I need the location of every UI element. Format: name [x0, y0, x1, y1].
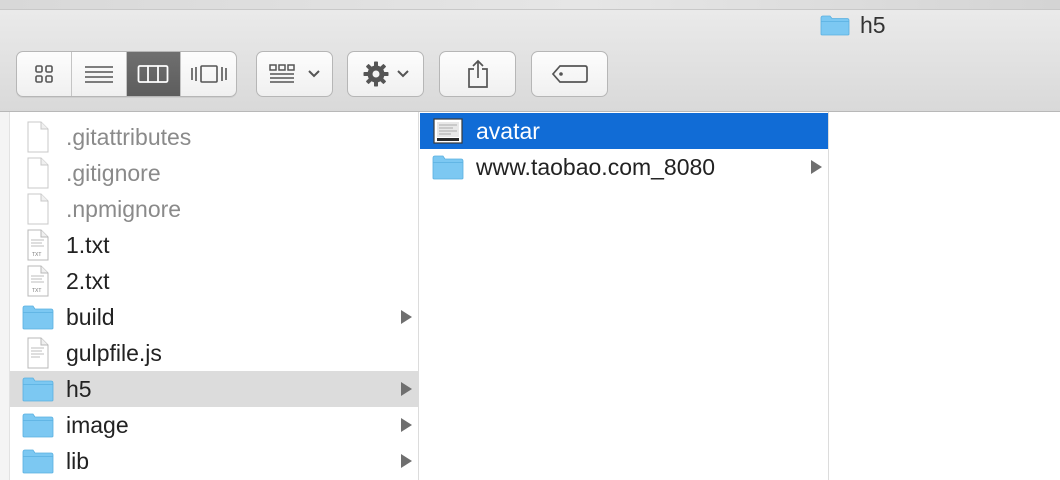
browser-column-2: avatar www.taobao.com_8080	[420, 112, 829, 480]
folder-icon	[820, 15, 850, 36]
list-item[interactable]: TXT 1.txt	[10, 227, 418, 263]
disclosure-arrow-icon	[401, 454, 412, 468]
folder-icon	[432, 151, 464, 183]
window-title-text: h5	[860, 11, 886, 38]
sidebar-edge	[0, 112, 10, 480]
blank-document-icon	[22, 121, 54, 153]
file-name: .gitignore	[66, 159, 161, 186]
arrange-icon	[268, 64, 295, 83]
disclosure-arrow-icon	[401, 310, 412, 324]
gear-icon	[363, 61, 388, 87]
folder-icon	[22, 373, 54, 405]
arrange-menu-button[interactable]	[256, 51, 333, 97]
list-item[interactable]: gulpfile.js	[10, 335, 418, 371]
file-name: 1.txt	[66, 231, 110, 258]
list-item[interactable]: lib	[10, 443, 418, 479]
browser-column-3	[830, 112, 1060, 480]
text-document-icon: TXT	[22, 265, 54, 297]
disclosure-arrow-icon	[811, 160, 822, 174]
folder-name: www.taobao.com_8080	[476, 153, 716, 180]
file-name: avatar	[476, 117, 540, 144]
share-button[interactable]	[439, 51, 516, 97]
image-file-icon	[432, 115, 464, 147]
blank-document-icon	[22, 193, 54, 225]
list-item[interactable]: image	[10, 407, 418, 443]
view-mode-control	[16, 51, 237, 97]
icon-view-icon	[35, 65, 53, 83]
folder-name: h5	[66, 375, 92, 402]
list-item[interactable]: .npmignore	[10, 191, 418, 227]
list-item-selected[interactable]: h5	[10, 371, 418, 407]
column-view-button[interactable]	[126, 52, 182, 96]
list-item[interactable]: .gitattributes	[10, 119, 418, 155]
disclosure-arrow-icon	[401, 418, 412, 432]
file-name: .npmignore	[66, 195, 182, 222]
list-item[interactable]: build	[10, 299, 418, 335]
list-item[interactable]: www.taobao.com_8080	[420, 149, 828, 185]
file-name: .gitattributes	[66, 123, 192, 150]
cover-flow-view-button[interactable]	[181, 52, 236, 96]
text-document-icon: TXT	[22, 229, 54, 261]
file-name: gulpfile.js	[66, 339, 162, 366]
folder-name: build	[66, 303, 115, 330]
icon-view-button[interactable]	[17, 52, 72, 96]
list-view-button[interactable]	[72, 52, 127, 96]
folder-name: lib	[66, 447, 90, 474]
share-icon	[467, 59, 488, 88]
folder-icon	[22, 445, 54, 477]
action-menu-button[interactable]	[347, 51, 424, 97]
blank-document-icon	[22, 157, 54, 189]
list-item[interactable]: TXT 2.txt	[10, 263, 418, 299]
list-view-icon	[84, 66, 113, 83]
title-bar	[0, 0, 1060, 10]
svg-text:TXT: TXT	[32, 288, 41, 294]
cover-flow-icon	[190, 65, 227, 83]
tags-button[interactable]	[531, 51, 608, 97]
folder-name: image	[66, 411, 129, 438]
list-item[interactable]: .gitignore	[10, 155, 418, 191]
text-document-icon	[22, 337, 54, 369]
tag-icon	[551, 65, 588, 83]
column-view-icon	[137, 65, 169, 83]
window-title: h5	[820, 12, 886, 38]
chevron-down-icon	[396, 70, 409, 78]
finder-toolbar: h5	[0, 0, 1060, 112]
file-name: 2.txt	[66, 267, 110, 294]
chevron-down-icon	[307, 70, 320, 78]
folder-icon	[22, 409, 54, 441]
browser-column-1: .gitattributes .gitignore .npmignore TXT…	[10, 112, 419, 480]
svg-text:TXT: TXT	[32, 252, 41, 258]
folder-icon	[22, 301, 54, 333]
list-item-selected[interactable]: avatar	[420, 113, 828, 149]
disclosure-arrow-icon	[401, 382, 412, 396]
